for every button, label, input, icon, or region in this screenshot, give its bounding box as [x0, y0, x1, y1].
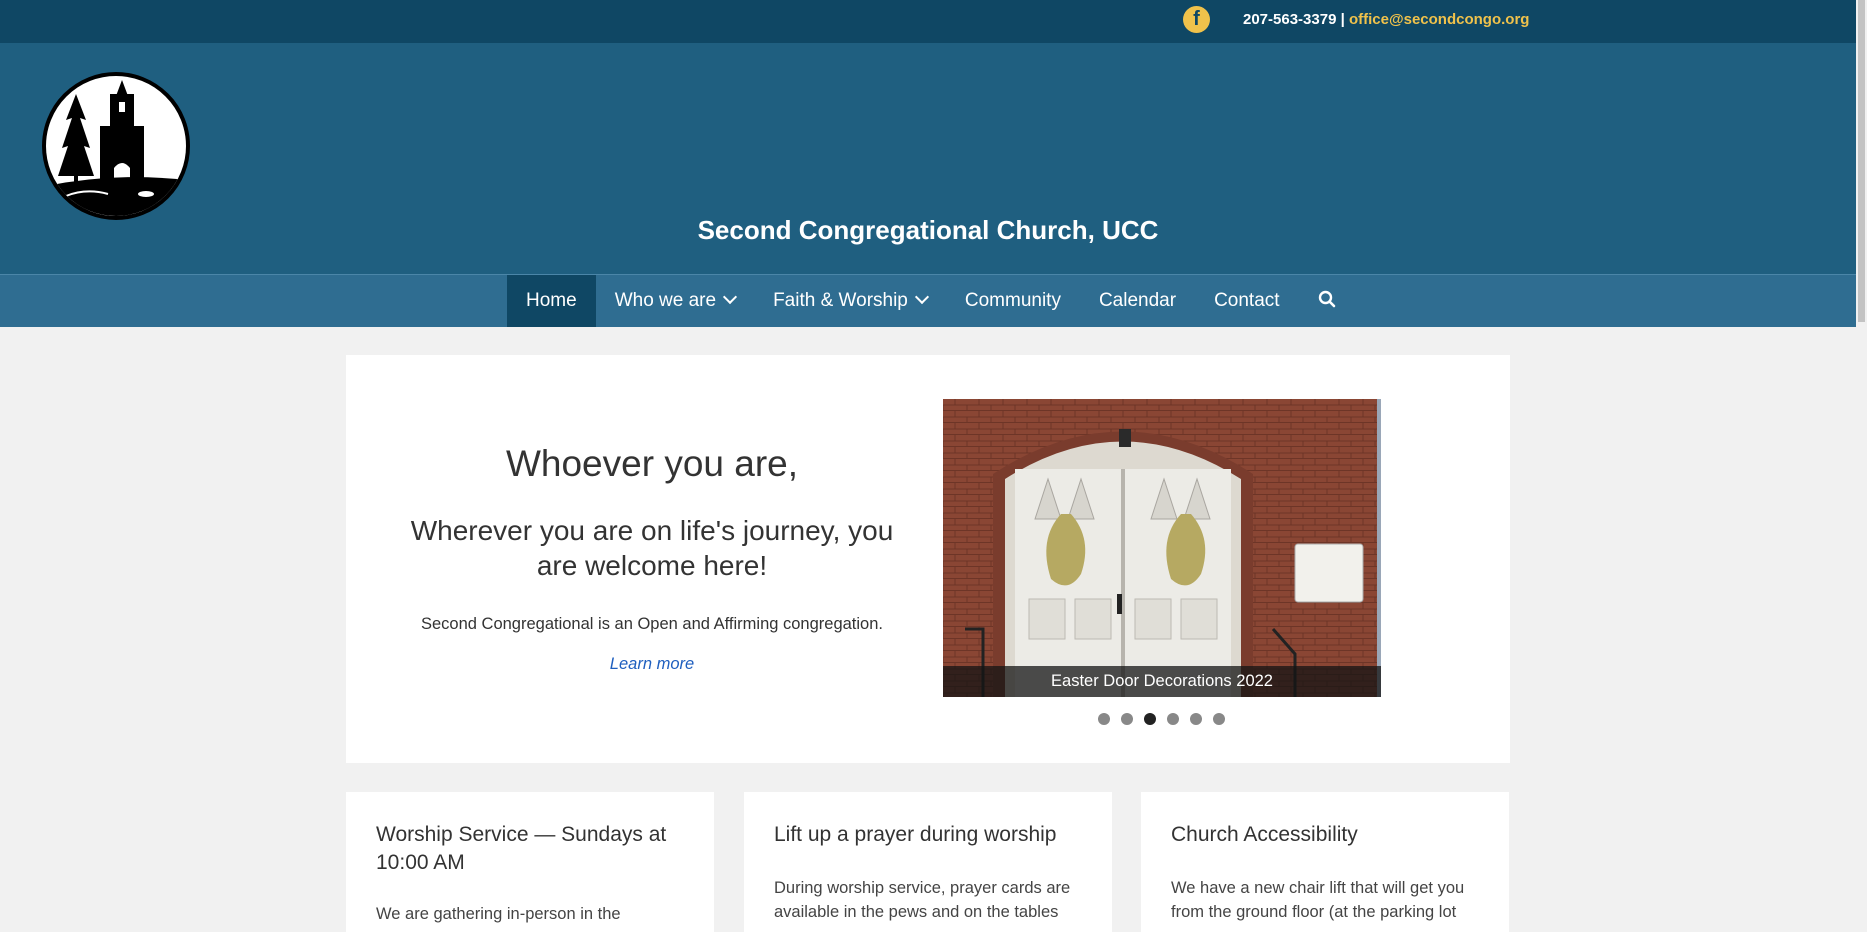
slide-dot[interactable]	[1121, 713, 1133, 725]
card-worship-service: Worship Service — Sundays at 10:00 AM We…	[346, 792, 714, 932]
card-text: We are gathering in-person in the	[376, 905, 621, 923]
contact-separator: |	[1336, 11, 1349, 28]
chevron-down-icon	[914, 289, 929, 305]
nav-label: Faith & Worship	[773, 290, 908, 311]
slide-dot-active[interactable]	[1144, 713, 1156, 725]
slide-dot[interactable]	[1167, 713, 1179, 725]
search-button[interactable]	[1299, 275, 1355, 327]
facebook-icon[interactable]: f	[1183, 6, 1210, 33]
main-nav: Home Who we are Faith & Worship Communit…	[0, 274, 1856, 327]
phone-number: 207-563-3379	[1243, 11, 1337, 28]
learn-more-link[interactable]: Learn more	[346, 655, 958, 674]
church-logo[interactable]	[42, 72, 190, 220]
nav-label: Calendar	[1098, 290, 1177, 311]
slide-dot[interactable]	[1190, 713, 1202, 725]
card-prayer: Lift up a prayer during worship During w…	[744, 792, 1112, 932]
email-link[interactable]: office@secondcongo.org	[1349, 11, 1529, 28]
nav-item-who-we-are[interactable]: Who we are	[596, 275, 754, 327]
site-title[interactable]: Second Congregational Church, UCC	[0, 215, 1856, 246]
slide-dot[interactable]	[1213, 713, 1225, 725]
slide-caption: Easter Door Decorations 2022	[943, 666, 1381, 697]
nav-label: Who we are	[614, 290, 717, 311]
hero-section: Whoever you are, Wherever you are on lif…	[346, 355, 1510, 763]
nav-item-community[interactable]: Community	[946, 275, 1080, 327]
slideshow-image[interactable]: Easter Door Decorations 2022	[943, 399, 1381, 697]
hero-text: Second Congregational is an Open and Aff…	[420, 615, 883, 633]
scrollbar-thumb[interactable]	[1858, 0, 1865, 322]
card-title[interactable]: Lift up a prayer during worship	[774, 821, 1084, 849]
nav-label: Home	[526, 290, 577, 311]
nav-item-contact[interactable]: Contact	[1195, 275, 1298, 327]
hero-subheading: Wherever you are on life's journey, you …	[410, 515, 894, 581]
nav-item-faith-worship[interactable]: Faith & Worship	[754, 275, 946, 327]
chevron-down-icon	[722, 289, 738, 305]
nav-item-calendar[interactable]: Calendar	[1080, 275, 1195, 327]
search-icon	[1318, 290, 1335, 308]
slide-dot[interactable]	[1098, 713, 1110, 725]
page-scrollbar[interactable]	[1856, 0, 1867, 918]
hero-heading: Whoever you are,	[505, 443, 799, 484]
site-header: Second Congregational Church, UCC	[0, 43, 1856, 274]
slideshow-dots	[1098, 713, 1225, 725]
card-accessibility: Church Accessibility We have a new chair…	[1141, 792, 1509, 932]
nav-label: Contact	[1214, 290, 1280, 311]
card-text: We have a new chair lift that will get y…	[1171, 879, 1465, 921]
nav-item-home[interactable]: Home	[507, 275, 596, 327]
nav-label: Community	[964, 290, 1061, 311]
card-text: During worship service, prayer cards are…	[774, 879, 1071, 921]
top-bar: f 207-563-3379 | office@secondcongo.org	[0, 0, 1856, 43]
card-title[interactable]: Worship Service — Sundays at 10:00 AM	[376, 821, 686, 877]
card-title[interactable]: Church Accessibility	[1171, 821, 1481, 849]
contact-info: 207-563-3379 | office@secondcongo.org	[1243, 11, 1529, 28]
